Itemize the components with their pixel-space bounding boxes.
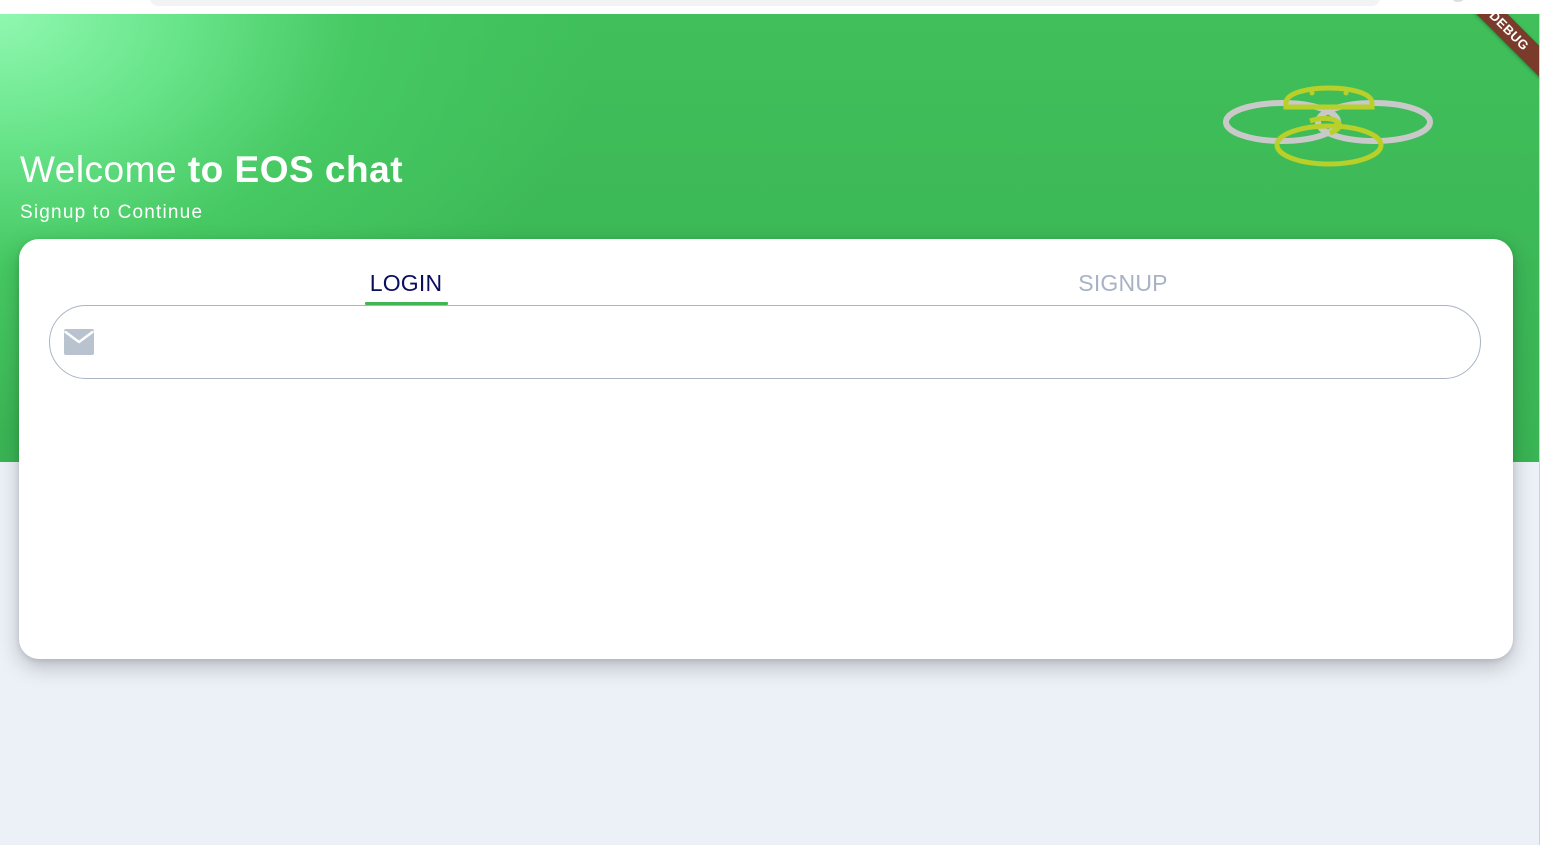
- tab-login[interactable]: LOGIN: [365, 263, 447, 305]
- browser-top-bar: [0, 0, 1544, 14]
- email-field[interactable]: [49, 305, 1481, 379]
- debug-banner: DEBUG: [1448, 14, 1540, 92]
- mail-icon: [64, 329, 94, 355]
- browser-address-bar[interactable]: [150, 0, 1380, 6]
- auth-card: LOGIN SIGNUP: [19, 239, 1513, 659]
- welcome-subtitle: Signup to Continue: [20, 202, 204, 223]
- auth-tabs: LOGIN SIGNUP: [19, 263, 1513, 307]
- window-scroll-edge: [1539, 14, 1544, 845]
- welcome-title: Welcome to EOS chat: [20, 148, 403, 192]
- tab-signup[interactable]: SIGNUP: [1077, 263, 1169, 305]
- eos-chat-logo: [1223, 85, 1433, 167]
- welcome-title-bold: to EOS chat: [187, 149, 404, 190]
- browser-profile-icon[interactable]: [1452, 0, 1464, 2]
- app-window: Welcome to EOS chat Signup to Continue D…: [0, 0, 1544, 845]
- email-input[interactable]: [110, 316, 1464, 370]
- welcome-title-light: Welcome: [20, 149, 188, 190]
